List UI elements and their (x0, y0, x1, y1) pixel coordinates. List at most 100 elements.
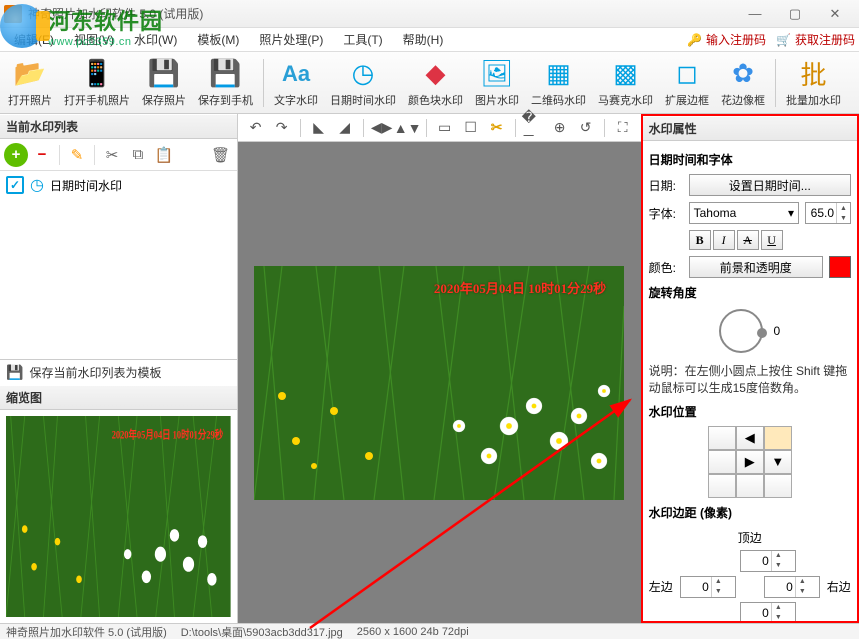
menu-3[interactable]: 模板(M) (187, 28, 249, 51)
toolbar-save_photo[interactable]: 💾保存照片 (136, 54, 192, 112)
font-size-spinner[interactable]: ▲▼ (805, 202, 851, 224)
menu-4[interactable]: 照片处理(P) (249, 28, 333, 51)
position-cell-2[interactable] (764, 426, 792, 450)
bold-toggle[interactable]: B (689, 230, 711, 250)
date-label: 日期: (649, 177, 683, 194)
flip-vertical-button[interactable]: ▲▼ (396, 116, 420, 140)
underline-toggle[interactable]: U (761, 230, 783, 250)
rotation-dial[interactable] (719, 309, 763, 353)
section-rotate: 旋转角度 (649, 284, 851, 301)
open_phone-label: 打开手机照片 (64, 92, 130, 108)
edit-watermark-button[interactable]: ✎ (65, 143, 89, 167)
menu-1[interactable]: 视图(V) (64, 28, 124, 51)
watermark-list-item[interactable]: ✓ ◷ 日期时间水印 (0, 171, 237, 199)
toolbar-image_wm[interactable]: 🖼图片水印 (469, 54, 525, 112)
toolbar-ext_wm[interactable]: ◻扩展边框 (659, 54, 715, 112)
position-cell-8[interactable] (764, 474, 792, 498)
margin-top-input[interactable] (741, 554, 771, 568)
save-as-template-button[interactable]: 💾 保存当前水印列表为模板 (0, 359, 237, 385)
actual-size-button[interactable]: ☐ (459, 116, 483, 140)
zoom-reset-button[interactable]: ↺ (574, 116, 598, 140)
date-watermark-overlay[interactable]: 2020年05月04日 10时01分29秒 (434, 278, 606, 297)
margin-bottom-spinner[interactable]: ▲▼ (740, 602, 796, 621)
position-cell-4[interactable]: ▶ (736, 450, 764, 474)
checkbox-icon[interactable]: ✓ (6, 176, 24, 194)
position-cell-7[interactable] (736, 474, 764, 498)
fg-opacity-button[interactable]: 前景和透明度 (689, 256, 823, 278)
flip-horizontal-button[interactable]: ◀▶ (370, 116, 394, 140)
color-swatch[interactable] (829, 256, 851, 278)
toolbar-flower_wm[interactable]: ✿花边像框 (715, 54, 771, 112)
toolbar-date_wm[interactable]: ◷日期时间水印 (324, 54, 402, 112)
status-app: 神奇照片加水印软件 5.0 (试用版) (6, 624, 167, 640)
enter-regcode-link[interactable]: 🔑 输入注册码 (687, 31, 766, 48)
titlebar: 神奇照片加水印软件 5.0 (试用版) — ▢ ✕ (0, 0, 859, 28)
cart-icon: 🛒 (776, 33, 791, 47)
undo-button[interactable]: ↶ (244, 116, 268, 140)
key-icon: 🔑 (687, 33, 702, 47)
status-path: D:\tools\桌面\5903acb3dd317.jpg (181, 624, 343, 640)
toolbar-mosaic_wm[interactable]: ▩马赛克水印 (592, 54, 659, 112)
text_wm-icon: Aa (280, 58, 312, 90)
margin-right-spinner[interactable]: ▲▼ (764, 576, 820, 598)
italic-toggle[interactable]: I (713, 230, 735, 250)
toolbar-batch[interactable]: 批批量加水印 (780, 54, 847, 112)
paste-button[interactable]: 📋 (152, 143, 176, 167)
font-size-input[interactable] (806, 206, 836, 220)
copy-button[interactable]: ⧉ (126, 143, 150, 167)
minimize-button[interactable]: — (735, 1, 775, 27)
rotate-right-button[interactable]: ◢ (333, 116, 357, 140)
zoom-out-button[interactable]: �－ (522, 116, 546, 140)
toolbar-qr_wm[interactable]: ▦二维码水印 (525, 54, 592, 112)
dial-handle[interactable] (757, 328, 767, 338)
toolbar-open_phone[interactable]: 📱打开手机照片 (58, 54, 136, 112)
position-cell-0[interactable] (708, 426, 736, 450)
toolbar-color_wm[interactable]: ◆颜色块水印 (402, 54, 469, 112)
set-datetime-button[interactable]: 设置日期时间... (689, 174, 851, 196)
open_photo-label: 打开照片 (8, 92, 52, 108)
toolbar-open_photo[interactable]: 📂打开照片 (2, 54, 58, 112)
margin-left-input[interactable] (681, 580, 711, 594)
save_photo-label: 保存照片 (142, 92, 186, 108)
position-cell-6[interactable] (708, 474, 736, 498)
rotate-left-button[interactable]: ◣ (307, 116, 331, 140)
spin-down[interactable]: ▼ (837, 213, 850, 223)
fullscreen-button[interactable]: ⛶ (611, 116, 635, 140)
close-button[interactable]: ✕ (815, 1, 855, 27)
canvas-toolbar: ↶ ↷ ◣ ◢ ◀▶ ▲▼ ▭ ☐ ✂ �－ ⊕ ↺ ⛶ (238, 114, 641, 142)
get-regcode-link[interactable]: 🛒 获取注册码 (776, 31, 855, 48)
margin-right-input[interactable] (765, 580, 795, 594)
menu-6[interactable]: 帮助(H) (393, 28, 454, 51)
toolbar-text_wm[interactable]: Aa文字水印 (268, 54, 324, 112)
menu-5[interactable]: 工具(T) (333, 28, 392, 51)
font-combo[interactable]: Tahoma▾ (689, 202, 799, 224)
strike-toggle[interactable]: A (737, 230, 759, 250)
position-cell-1[interactable]: ◀ (736, 426, 764, 450)
maximize-button[interactable]: ▢ (775, 1, 815, 27)
remove-watermark-button[interactable]: − (30, 143, 54, 167)
svg-text:2020年05月04日 10时01分29秒: 2020年05月04日 10时01分29秒 (112, 427, 223, 442)
zoom-in-button[interactable]: ⊕ (548, 116, 572, 140)
menu-0[interactable]: 编辑(E) (4, 28, 64, 51)
delete-button[interactable]: 🗑 (209, 143, 233, 167)
margin-left-spinner[interactable]: ▲▼ (680, 576, 736, 598)
margin-bottom-input[interactable] (741, 606, 771, 620)
thumbnail-area[interactable]: 2020年05月04日 10时01分29秒 (0, 410, 237, 623)
crop-button[interactable]: ✂ (485, 116, 509, 140)
add-watermark-button[interactable]: + (4, 143, 28, 167)
properties-panel: 水印属性 日期时间和字体 日期: 设置日期时间... 字体: Tahoma▾ ▲… (641, 114, 859, 623)
cut-button[interactable]: ✂ (100, 143, 124, 167)
section-datetime-font: 日期时间和字体 (649, 151, 851, 168)
redo-button[interactable]: ↷ (270, 116, 294, 140)
watermark-item-label: 日期时间水印 (50, 177, 122, 194)
position-cell-3[interactable] (708, 450, 736, 474)
margin-top-spinner[interactable]: ▲▼ (740, 550, 796, 572)
fit-button[interactable]: ▭ (433, 116, 457, 140)
rotation-help-text: 说明：在左侧小圆点上按住 Shift 键拖动鼠标可以生成15度倍数角。 (649, 363, 851, 397)
position-cell-5[interactable]: ▼ (764, 450, 792, 474)
photo-preview[interactable]: 2020年05月04日 10时01分29秒 (254, 266, 624, 500)
spin-up[interactable]: ▲ (837, 203, 850, 213)
menu-2[interactable]: 水印(W) (124, 28, 187, 51)
toolbar-save_phone[interactable]: 💾保存到手机 (192, 54, 259, 112)
canvas-area[interactable]: 2020年05月04日 10时01分29秒 (238, 142, 641, 623)
